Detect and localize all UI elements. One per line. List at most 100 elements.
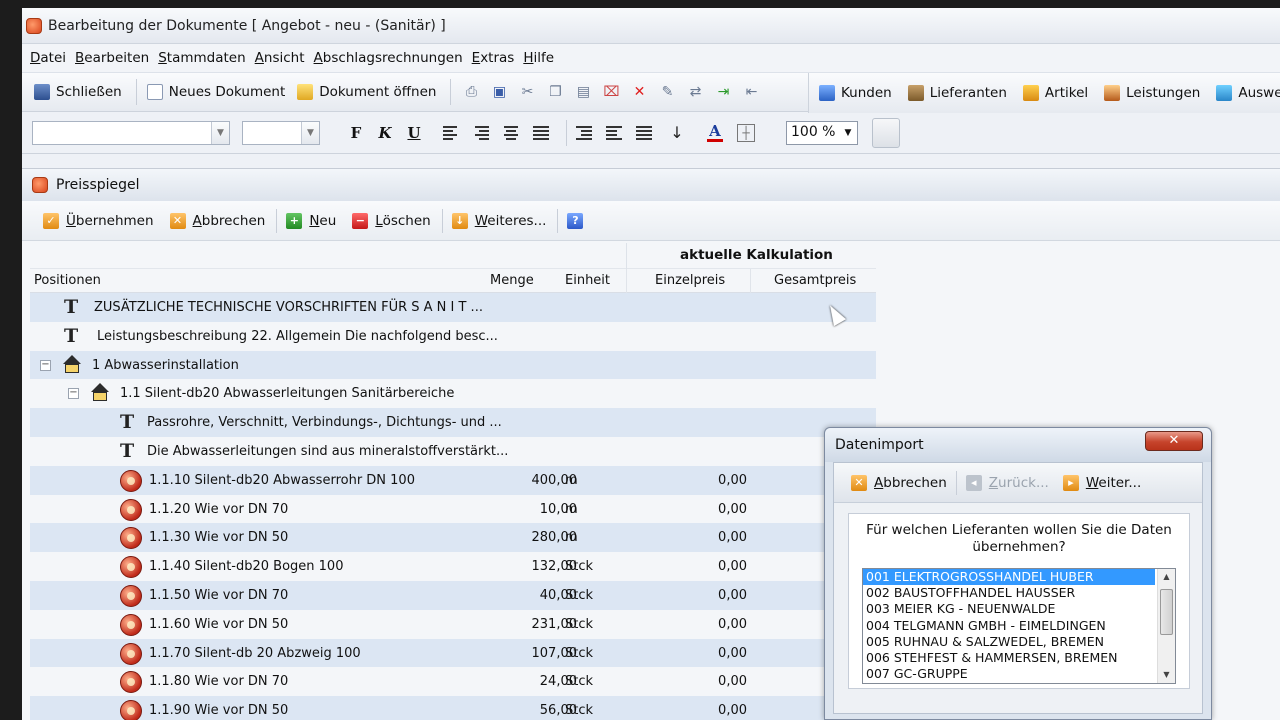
cut-icon[interactable]: ✂ [518, 83, 536, 101]
evaluation-button[interactable]: Auswertun [1212, 78, 1280, 108]
table-row[interactable]: 1.1.80 Wie vor DN 70 24,00 Stck 0,00 [30, 667, 876, 696]
table-row[interactable]: 1.1.90 Wie vor DN 50 56,00 Stck 0,00 [30, 696, 876, 720]
articles-button[interactable]: Artikel [1019, 78, 1092, 108]
price-comparison-toolbar: ✓ Übernehmen ✕ Abbrechen + Neu − Löschen… [22, 201, 1280, 241]
col-einheit[interactable]: Einheit [565, 273, 610, 288]
new-button[interactable]: + Neu [283, 207, 339, 235]
open-document-button[interactable]: Dokument öffnen [293, 77, 440, 107]
menu-hilfe[interactable]: Hilfe [523, 50, 554, 66]
zoom-select[interactable]: 100 % ▼ [786, 120, 858, 145]
edit-icon[interactable]: ✎ [658, 83, 676, 101]
apply-button[interactable]: ✓ Übernehmen [40, 207, 157, 235]
scroll-down-icon[interactable]: ▼ [1158, 667, 1175, 683]
table-row[interactable]: 1.1.20 Wie vor DN 70 10,00 m 0,00 [30, 495, 876, 524]
paste-icon[interactable]: ▤ [574, 83, 592, 101]
help-icon: ? [567, 212, 584, 229]
delete-selection-icon[interactable]: ⌧ [602, 83, 620, 101]
export-icon[interactable]: ⇤ [742, 83, 760, 101]
dialog-toolbar: ✕ Abbrechen ◂ Zurück... ▸ Weiter... [834, 463, 1202, 503]
table-row[interactable]: 1.1.40 Silent-db20 Bogen 100 132,00 Stck… [30, 552, 876, 581]
menu-ansicht[interactable]: Ansicht [255, 50, 305, 66]
table-row[interactable]: 1.1.70 Silent-db 20 Abzweig 100 107,00 S… [30, 638, 876, 668]
indent-decrease-icon[interactable] [603, 122, 625, 144]
services-button[interactable]: Leistungen [1100, 78, 1204, 108]
font-color-button[interactable]: A [703, 121, 727, 145]
italic-button[interactable]: K [373, 121, 397, 145]
print-icon[interactable]: ⎙ [462, 83, 480, 101]
col-menge[interactable]: Menge [490, 273, 534, 288]
dialog-cancel-button[interactable]: ✕ Abbrechen [848, 469, 950, 497]
row-einheit: Stck [565, 703, 594, 719]
save-icon[interactable]: ▣ [490, 83, 508, 101]
more-button[interactable]: ↓ Weiteres... [449, 207, 550, 235]
align-right-icon[interactable] [470, 122, 492, 144]
suppliers-label: Lieferanten [929, 85, 1007, 101]
col-einzelpreis[interactable]: Einzelpreis [655, 273, 725, 288]
collapse-icon[interactable]: − [40, 359, 51, 371]
table-row[interactable]: − 1.1 Silent-db20 Abwasserleitungen Sani… [30, 379, 876, 408]
menu-stammdaten[interactable]: Stammdaten [158, 50, 245, 66]
table-row[interactable]: T Passrohre, Verschnitt, Verbindungs-, D… [30, 408, 876, 437]
table-row[interactable]: T ZUSÄTZLICHE TECHNISCHE VORSCHRIFTEN FÜ… [30, 293, 876, 322]
new-document-button[interactable]: Neues Dokument [143, 77, 290, 107]
align-justify-icon[interactable] [530, 122, 552, 144]
table-row[interactable]: T Leistungsbeschreibung 22. Allgemein Di… [30, 322, 876, 351]
font-family-select[interactable]: ▼ [32, 120, 230, 145]
table-row[interactable]: T Die Abwasserleitungen sind aus mineral… [30, 437, 876, 466]
app-icon [32, 177, 48, 193]
cancel-button[interactable]: ✕ Abbrechen [167, 207, 269, 235]
align-left-icon[interactable] [440, 122, 462, 144]
list-item[interactable]: 003 MEIER KG - NEUENWALDE [863, 601, 1175, 617]
font-size-select[interactable]: ▼ [242, 120, 320, 145]
data-import-dialog: Datenimport ✕ ✕ Abbrechen ◂ Zurück... ▸ … [824, 427, 1212, 720]
table-row[interactable]: 1.1.10 Silent-db20 Abwasserrohr DN 100 4… [30, 465, 876, 495]
zoom-value: 100 % [791, 123, 836, 140]
dialog-next-button[interactable]: ▸ Weiter... [1060, 469, 1144, 497]
bold-button[interactable]: F [344, 121, 368, 145]
import-icon[interactable]: ⇥ [714, 83, 732, 101]
row-text: 1.1.10 Silent-db20 Abwasserrohr DN 100 [149, 472, 415, 488]
calculator-icon[interactable] [872, 117, 900, 148]
list-item[interactable]: 004 TELGMANN GMBH - EIMELDINGEN [863, 618, 1175, 634]
delete-icon[interactable]: ✕ [630, 83, 648, 101]
col-positions[interactable]: Positionen [34, 273, 101, 288]
table-row[interactable]: 1.1.60 Wie vor DN 50 231,00 Stck 0,00 [30, 610, 876, 639]
distribute-icon[interactable] [633, 122, 655, 144]
menu-datei[interactable]: Datei [30, 50, 66, 66]
dialog-back-button[interactable]: ◂ Zurück... [963, 469, 1052, 497]
close-button[interactable]: Schließen [30, 77, 126, 107]
menu-abschlagsrechnungen[interactable]: Abschlagsrechnungen [314, 50, 463, 66]
customers-button[interactable]: Kunden [815, 78, 896, 108]
list-item[interactable]: 005 RUHNAU & SALZWEDEL, BREMEN [863, 634, 1175, 650]
row-einzelpreis: 0,00 [718, 587, 747, 603]
arrow-down-icon[interactable]: ↓ [668, 123, 686, 142]
table-row[interactable]: 1.1.30 Wie vor DN 50 280,00 m 0,00 [30, 523, 876, 553]
dialog-close-button[interactable]: ✕ [1145, 431, 1203, 451]
list-scrollbar[interactable]: ▲ ▼ [1157, 569, 1175, 683]
collapse-icon[interactable]: − [68, 388, 79, 400]
delete-label: Löschen [375, 212, 431, 229]
border-icon[interactable]: ┼ [737, 123, 755, 142]
menu-extras[interactable]: Extras [472, 50, 515, 66]
underline-button[interactable]: U [402, 121, 426, 145]
chevron-down-icon: ▼ [301, 121, 319, 144]
suppliers-button[interactable]: Lieferanten [904, 78, 1011, 108]
table-row[interactable]: 1.1.50 Wie vor DN 70 40,00 Stck 0,00 [30, 580, 876, 610]
copy-icon[interactable]: ❐ [546, 83, 564, 101]
list-item[interactable]: 002 BAUSTOFFHANDEL HAUSSER [863, 585, 1175, 601]
scroll-up-icon[interactable]: ▲ [1158, 569, 1175, 585]
menu-bearbeiten[interactable]: Bearbeiten [75, 50, 149, 66]
table-row[interactable]: − 1 Abwasserinstallation [30, 350, 876, 380]
list-item[interactable]: 007 GC-GRUPPE [863, 666, 1175, 682]
delete-button[interactable]: − Löschen [349, 207, 433, 235]
replace-icon[interactable]: ⇄ [686, 83, 704, 101]
list-item[interactable]: 006 STEHFEST & HAMMERSEN, BREMEN [863, 650, 1175, 666]
align-center-icon[interactable] [500, 122, 522, 144]
help-button[interactable]: ? [564, 207, 593, 235]
col-gesamtpreis[interactable]: Gesamtpreis [774, 273, 856, 288]
list-item[interactable]: 001 ELEKTROGROSSHANDEL HUBER [863, 569, 1155, 586]
scrollbar-thumb[interactable] [1160, 589, 1173, 635]
supplier-list[interactable]: 001 ELEKTROGROSSHANDEL HUBER 002 BAUSTOF… [862, 568, 1176, 684]
indent-increase-icon[interactable] [573, 122, 595, 144]
price-comparison-title-bar: Preisspiegel [22, 169, 1280, 201]
